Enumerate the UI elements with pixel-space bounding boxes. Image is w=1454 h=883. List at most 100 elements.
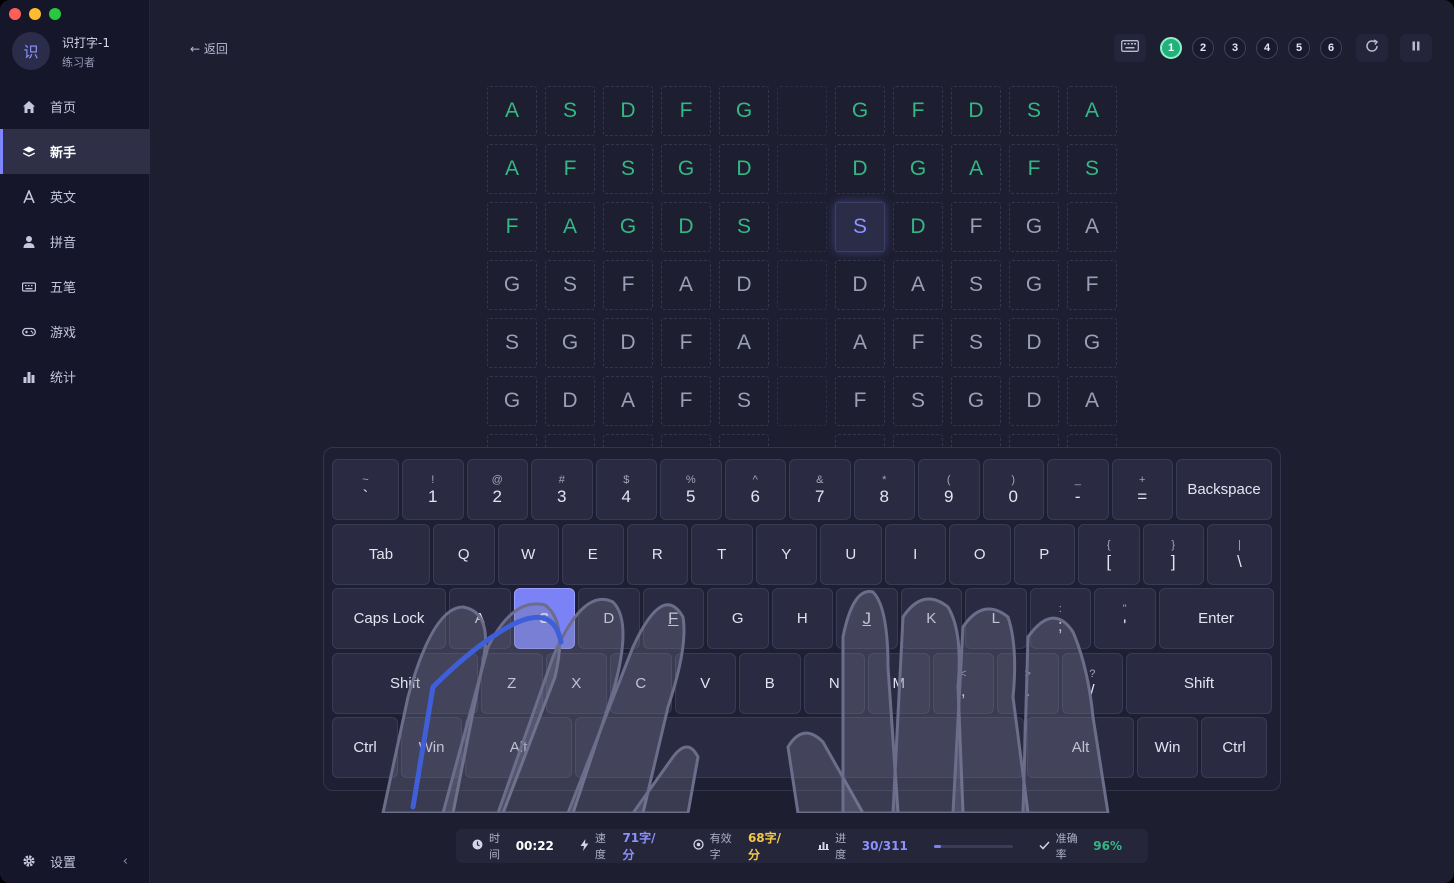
key-y[interactable]: Y — [755, 524, 817, 585]
key-sym-0-1[interactable]: ! 1 — [402, 459, 464, 520]
key-sym-2-11[interactable]: " ' — [1094, 588, 1156, 649]
key-shift[interactable]: Shift — [332, 653, 478, 714]
key-a[interactable]: A — [449, 588, 511, 649]
key-alt[interactable]: Alt — [465, 717, 572, 778]
pause-button[interactable] — [1400, 34, 1432, 62]
key-caps-lock[interactable]: Caps Lock — [332, 588, 446, 649]
key-win[interactable]: Win — [1137, 717, 1198, 778]
key-sym-1-13[interactable]: | \ — [1207, 524, 1272, 585]
sidebar-item-pinyin[interactable]: 拼音 — [0, 219, 150, 264]
key-sym-0-5[interactable]: % 5 — [660, 459, 722, 520]
key-k[interactable]: K — [900, 588, 962, 649]
level-2-button[interactable]: 2 — [1192, 37, 1214, 59]
key-e[interactable]: E — [562, 524, 624, 585]
sidebar-item-english[interactable]: 英文 — [0, 174, 150, 219]
key-sym-0-9[interactable]: (9 — [918, 459, 980, 520]
key-space[interactable] — [575, 717, 1024, 778]
key-sym-0-10[interactable]: ) 0 — [982, 459, 1044, 520]
key-f[interactable]: F — [642, 588, 704, 649]
key-enter[interactable]: Enter — [1158, 588, 1274, 649]
restart-button[interactable] — [1356, 34, 1388, 62]
key-backspace[interactable]: Backspace — [1176, 459, 1272, 520]
key-shift-label: > — [1024, 667, 1031, 680]
maximize-window-button[interactable] — [49, 8, 61, 20]
stat-time: 时间 00:22 — [472, 830, 554, 862]
back-button[interactable]: ← 返回 — [190, 40, 228, 57]
level-5-button[interactable]: 5 — [1288, 37, 1310, 59]
key-m[interactable]: M — [868, 653, 930, 714]
key-ctrl[interactable]: Ctrl — [1201, 717, 1267, 778]
key-sym-2-10[interactable]: :; — [1029, 588, 1091, 649]
key-sym-0-6[interactable]: ^ 6 — [724, 459, 786, 520]
key-t[interactable]: T — [691, 524, 753, 585]
key-v[interactable]: V — [674, 653, 736, 714]
key-sym-0-12[interactable]: + = — [1111, 459, 1173, 520]
keyboard-toggle-button[interactable] — [1114, 34, 1146, 62]
valid-value: 68字/分 — [747, 831, 782, 862]
key-sym-0-4[interactable]: $4 — [595, 459, 657, 520]
key-z[interactable]: Z — [481, 653, 543, 714]
sidebar-item-settings[interactable]: 设置 ‹ — [0, 847, 150, 875]
key-alt[interactable]: Alt — [1027, 717, 1134, 778]
sidebar-item-home[interactable]: 首页 — [0, 84, 150, 129]
key-sym-0-2[interactable]: @2 — [466, 459, 528, 520]
key-sym-0-7[interactable]: & 7 — [789, 459, 851, 520]
key-h[interactable]: H — [771, 588, 833, 649]
typed-char-cell: A — [487, 86, 537, 136]
key-shift-label: | — [1238, 538, 1241, 551]
pending-char-cell: S — [719, 376, 769, 426]
key-i[interactable]: I — [884, 524, 946, 585]
key-o[interactable]: O — [949, 524, 1011, 585]
key-tab[interactable]: Tab — [332, 524, 430, 585]
stat-progress: 进度 30/311 — [818, 830, 908, 862]
key-b[interactable]: B — [739, 653, 801, 714]
key-sym-3-9[interactable]: >. — [997, 653, 1059, 714]
key-label: Backspace — [1187, 481, 1261, 498]
key-win[interactable]: Win — [401, 717, 462, 778]
collapse-sidebar-button[interactable]: ‹ — [123, 854, 128, 869]
key-j[interactable]: J — [836, 588, 898, 649]
key-s[interactable]: S — [513, 588, 575, 649]
grid-gap-cell — [777, 86, 827, 136]
key-sym-0-11[interactable]: _ - — [1047, 459, 1109, 520]
avatar[interactable]: 识 — [12, 32, 50, 70]
key-label: Y — [781, 546, 792, 563]
key-p[interactable]: P — [1013, 524, 1075, 585]
key-sym-0-8[interactable]: * 8 — [853, 459, 915, 520]
key-shift-label: } — [1171, 538, 1176, 551]
key-g[interactable]: G — [707, 588, 769, 649]
key-sym-3-10[interactable]: ? / — [1061, 653, 1123, 714]
key-d[interactable]: D — [578, 588, 640, 649]
key-r[interactable]: R — [626, 524, 688, 585]
key-label: 1 — [428, 486, 438, 506]
key-sym-1-12[interactable]: }] — [1142, 524, 1204, 585]
key-q[interactable]: Q — [433, 524, 495, 585]
sidebar-item-games[interactable]: 游戏 — [0, 309, 150, 354]
key-sym-0-0[interactable]: ~ ` — [332, 459, 399, 520]
key-sym-3-8[interactable]: <, — [932, 653, 994, 714]
level-1-button[interactable]: 1 — [1160, 37, 1182, 59]
pending-char-cell: G — [487, 376, 537, 426]
key-c[interactable]: C — [610, 653, 672, 714]
key-ctrl[interactable]: Ctrl — [332, 717, 398, 778]
key-u[interactable]: U — [820, 524, 882, 585]
level-4-button[interactable]: 4 — [1256, 37, 1278, 59]
key-shift-label: ^ — [752, 473, 758, 486]
key-x[interactable]: X — [545, 653, 607, 714]
key-w[interactable]: W — [497, 524, 559, 585]
stat-valid: 有效字 68字/分 — [692, 829, 793, 863]
sidebar-item-label: 游戏 — [50, 326, 77, 341]
minimize-window-button[interactable] — [29, 8, 41, 20]
key-sym-1-11[interactable]: {[ — [1078, 524, 1140, 585]
sidebar-item-beginner[interactable]: 新手 — [0, 129, 150, 174]
key-n[interactable]: N — [803, 653, 865, 714]
key-l[interactable]: L — [965, 588, 1027, 649]
key-shift[interactable]: Shift — [1126, 653, 1272, 714]
level-6-button[interactable]: 6 — [1320, 37, 1342, 59]
sidebar-item-wubi[interactable]: 五笔 — [0, 264, 150, 309]
key-label: U — [845, 546, 857, 563]
sidebar-item-stats[interactable]: 统计 — [0, 354, 150, 399]
level-3-button[interactable]: 3 — [1224, 37, 1246, 59]
key-sym-0-3[interactable]: #3 — [531, 459, 593, 520]
close-window-button[interactable] — [9, 8, 21, 20]
